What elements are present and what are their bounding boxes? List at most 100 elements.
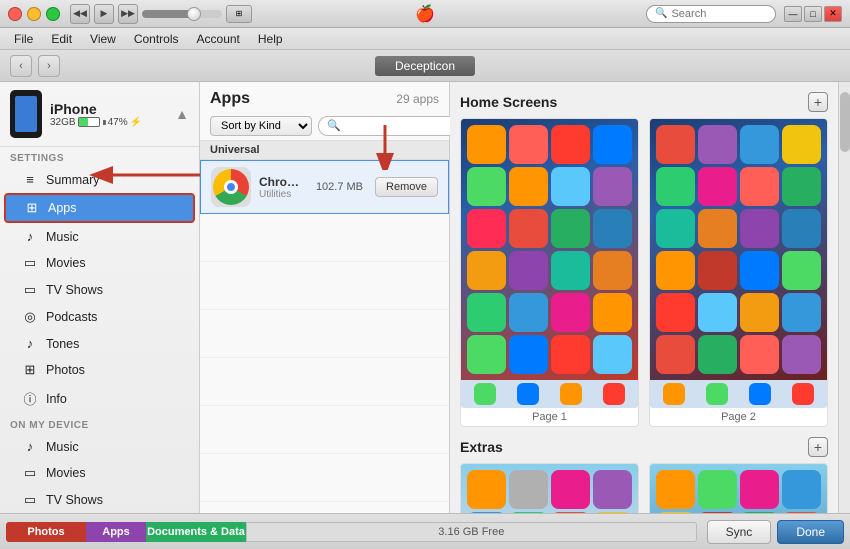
page1-label: Page 1: [461, 408, 638, 426]
summary-label: Summary: [46, 173, 99, 187]
movies-icon: ▭: [22, 255, 38, 271]
screen-page2[interactable]: Page 2: [649, 118, 828, 427]
restore-win-button[interactable]: □: [804, 6, 822, 22]
chrome-center: [224, 180, 238, 194]
close-win-button[interactable]: ✕: [824, 6, 842, 22]
apps-count: 29 apps: [396, 92, 439, 106]
movies-label: Movies: [46, 256, 86, 270]
home-screens-header: Home Screens +: [460, 92, 828, 112]
ontwshows-label: TV Shows: [46, 493, 103, 507]
extras-grid: [460, 463, 828, 513]
forward-button[interactable]: ›: [38, 55, 60, 77]
page2-label: Page 2: [650, 408, 827, 426]
search-icon: 🔍: [655, 8, 667, 19]
right-panel-inner: Home Screens +: [450, 82, 838, 513]
menu-file[interactable]: File: [6, 30, 41, 48]
sidebar: iPhone 32GB 47% ⚡ ▲ Settings ≡ Summary ⊞…: [0, 82, 200, 513]
remove-button[interactable]: Remove: [375, 177, 438, 197]
music-icon: ♪: [22, 229, 38, 244]
minimize-button[interactable]: [27, 7, 41, 21]
scroll-up-icon[interactable]: ▲: [175, 106, 189, 122]
device-screen: [15, 96, 37, 132]
scrollbar-thumb[interactable]: [840, 92, 850, 152]
empty-row: [200, 310, 449, 358]
center-panel: Apps 29 apps Sort by KindSort by NameSor…: [200, 82, 450, 513]
search-input-wrap: 🔍: [646, 5, 776, 23]
right-panel: Home Screens +: [450, 82, 838, 513]
back-button[interactable]: ‹: [10, 55, 32, 77]
settings-section-label: Settings: [0, 147, 199, 166]
device-info: iPhone 32GB 47% ⚡: [50, 101, 167, 128]
empty-row: [200, 358, 449, 406]
podcasts-label: Podcasts: [46, 310, 97, 324]
photos-icon: ⊞: [22, 362, 38, 378]
empty-row: [200, 502, 449, 513]
menu-controls[interactable]: Controls: [126, 30, 187, 48]
app-icon-chrome: [211, 167, 251, 207]
sidebar-item-apps[interactable]: ⊞ Apps: [4, 193, 195, 223]
sidebar-item-onmovies[interactable]: ▭ Movies: [4, 460, 195, 486]
window-controls: [8, 7, 60, 21]
info-label: Info: [46, 392, 67, 406]
apps-label: Apps: [48, 201, 77, 215]
done-button[interactable]: Done: [777, 520, 844, 544]
close-button[interactable]: [8, 7, 22, 21]
volume-slider[interactable]: [142, 10, 222, 18]
panel-title: Apps: [210, 90, 250, 108]
sidebar-item-movies[interactable]: ▭ Movies: [4, 250, 195, 276]
menu-edit[interactable]: Edit: [43, 30, 80, 48]
minimize-win-button[interactable]: —: [784, 6, 802, 22]
empty-row: [200, 454, 449, 502]
main-layout: iPhone 32GB 47% ⚡ ▲ Settings ≡ Summary ⊞…: [0, 82, 850, 513]
storage-free-label: 3.16 GB Free: [246, 522, 697, 542]
list-item[interactable]: Chrome - we... Utilities 102.7 MB Remove: [200, 160, 449, 214]
sidebar-item-podcasts[interactable]: ◎ Podcasts: [4, 304, 195, 330]
app-category: Utilities: [259, 189, 308, 200]
device-icon: [10, 90, 42, 138]
fast-forward-button[interactable]: ▶▶: [118, 4, 138, 24]
storage-docs-segment: Documents & Data: [146, 522, 246, 542]
sidebar-item-info[interactable]: ⓘ Info: [4, 384, 195, 413]
sort-select[interactable]: Sort by KindSort by NameSort by Size: [210, 116, 312, 136]
menu-help[interactable]: Help: [250, 30, 291, 48]
apple-logo-icon: 🍎: [415, 4, 435, 24]
tvshows-icon: ▭: [22, 282, 38, 298]
playback-controls: ◀◀ ▶ ▶▶ ⊞: [70, 4, 252, 24]
screen-page1[interactable]: Page 1: [460, 118, 639, 427]
extras-page2[interactable]: [649, 463, 828, 513]
app-info: Chrome - we... Utilities: [259, 175, 308, 200]
sidebar-item-photos[interactable]: ⊞ Photos: [4, 357, 195, 383]
screen-button[interactable]: ⊞: [226, 5, 252, 23]
add-extras-button[interactable]: +: [808, 437, 828, 457]
window-buttons: — □ ✕: [784, 6, 842, 22]
menu-view[interactable]: View: [82, 30, 124, 48]
maximize-button[interactable]: [46, 7, 60, 21]
app-list: Chrome - we... Utilities 102.7 MB Remove: [200, 160, 449, 513]
rewind-button[interactable]: ◀◀: [70, 4, 90, 24]
empty-row: [200, 262, 449, 310]
sidebar-item-onmusic[interactable]: ♪ Music: [4, 434, 195, 459]
sidebar-item-music[interactable]: ♪ Music: [4, 224, 195, 249]
charging-icon: ⚡: [130, 117, 142, 128]
device-name: iPhone: [50, 101, 167, 117]
empty-row: [200, 406, 449, 454]
menu-bar: File Edit View Controls Account Help: [0, 28, 850, 50]
menu-account[interactable]: Account: [189, 30, 248, 48]
search-input[interactable]: [671, 8, 767, 20]
play-button[interactable]: ▶: [94, 4, 114, 24]
sidebar-item-summary[interactable]: ≡ Summary: [4, 167, 195, 192]
podcasts-icon: ◎: [22, 309, 38, 325]
battery-info: 32GB 47% ⚡: [50, 117, 167, 128]
sidebar-item-tones[interactable]: ♪ Tones: [4, 331, 195, 356]
extras-page1[interactable]: [460, 463, 639, 513]
sync-button[interactable]: Sync: [707, 520, 772, 544]
tvshows-label: TV Shows: [46, 283, 103, 297]
add-screen-button[interactable]: +: [808, 92, 828, 112]
app-name: Chrome - we...: [259, 175, 308, 189]
nav-bar: ‹ › Decepticon: [0, 50, 850, 82]
title-bar: ◀◀ ▶ ▶▶ ⊞ 🍎 🔍 — □ ✕: [0, 0, 850, 28]
sidebar-item-tvshows[interactable]: ▭ TV Shows: [4, 277, 195, 303]
tones-icon: ♪: [22, 336, 38, 351]
onmovies-icon: ▭: [22, 465, 38, 481]
sidebar-item-ontwshows[interactable]: ▭ TV Shows: [4, 487, 195, 513]
